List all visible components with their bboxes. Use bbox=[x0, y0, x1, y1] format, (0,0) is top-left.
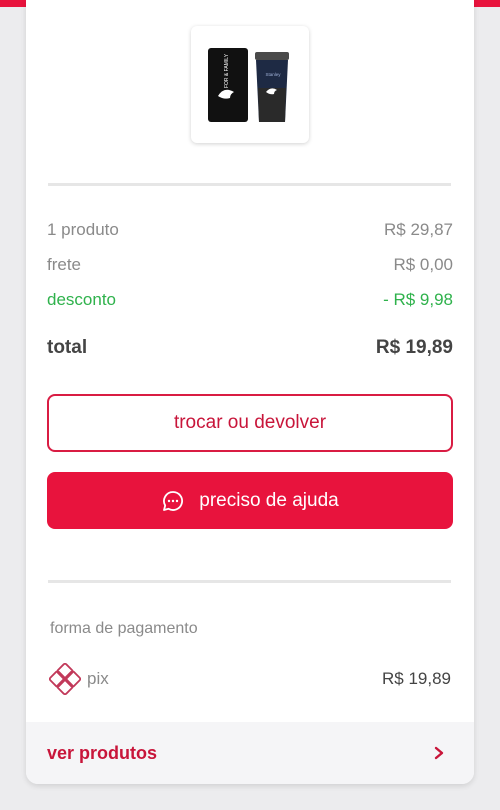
total-label: total bbox=[47, 337, 88, 358]
payment-section-label: forma de pagamento bbox=[50, 620, 198, 637]
shipping-value: R$ 0,00 bbox=[393, 255, 453, 274]
divider bbox=[48, 183, 451, 186]
summary-row-items: 1 produto R$ 29,87 bbox=[47, 220, 453, 240]
help-label: preciso de ajuda bbox=[199, 489, 339, 511]
discount-value: - R$ 9,98 bbox=[383, 290, 453, 309]
chevron-right-icon bbox=[434, 746, 444, 760]
items-label: 1 produto bbox=[47, 220, 119, 239]
summary-row-total: total R$ 19,89 bbox=[47, 337, 453, 359]
shipping-label: frete bbox=[47, 255, 82, 274]
view-products-label: ver produtos bbox=[47, 742, 158, 763]
return-exchange-label: trocar ou devolver bbox=[173, 412, 327, 433]
payment-method-label: pix bbox=[87, 669, 109, 688]
box-brand-text: FOR & FAMILY bbox=[224, 53, 230, 88]
pix-icon bbox=[49, 663, 81, 695]
product-thumbnail[interactable]: FOR & FAMILY Stanley bbox=[191, 26, 309, 143]
payment-amount: R$ 19,89 bbox=[382, 669, 451, 688]
top-accent-bar-left bbox=[0, 0, 26, 7]
chat-bubble-icon bbox=[163, 490, 184, 511]
summary-row-discount: desconto - R$ 9,98 bbox=[47, 290, 453, 310]
total-value: R$ 19,89 bbox=[375, 337, 453, 358]
order-card: FOR & FAMILY Stanley 1 produto R$ 29,87 … bbox=[26, 0, 474, 784]
payment-method-row: pix R$ 19,89 bbox=[49, 662, 451, 696]
items-value: R$ 29,87 bbox=[384, 220, 453, 239]
return-exchange-button[interactable]: trocar ou devolver bbox=[47, 394, 453, 452]
cup-brand-text: Stanley bbox=[265, 72, 281, 77]
summary-row-shipping: frete R$ 0,00 bbox=[47, 255, 453, 275]
view-products-link[interactable]: ver produtos bbox=[26, 722, 474, 784]
product-image: FOR & FAMILY Stanley bbox=[208, 48, 289, 122]
divider bbox=[48, 580, 451, 583]
discount-label: desconto bbox=[47, 290, 116, 309]
help-button[interactable]: preciso de ajuda bbox=[47, 472, 453, 529]
top-accent-bar-right bbox=[474, 0, 500, 7]
